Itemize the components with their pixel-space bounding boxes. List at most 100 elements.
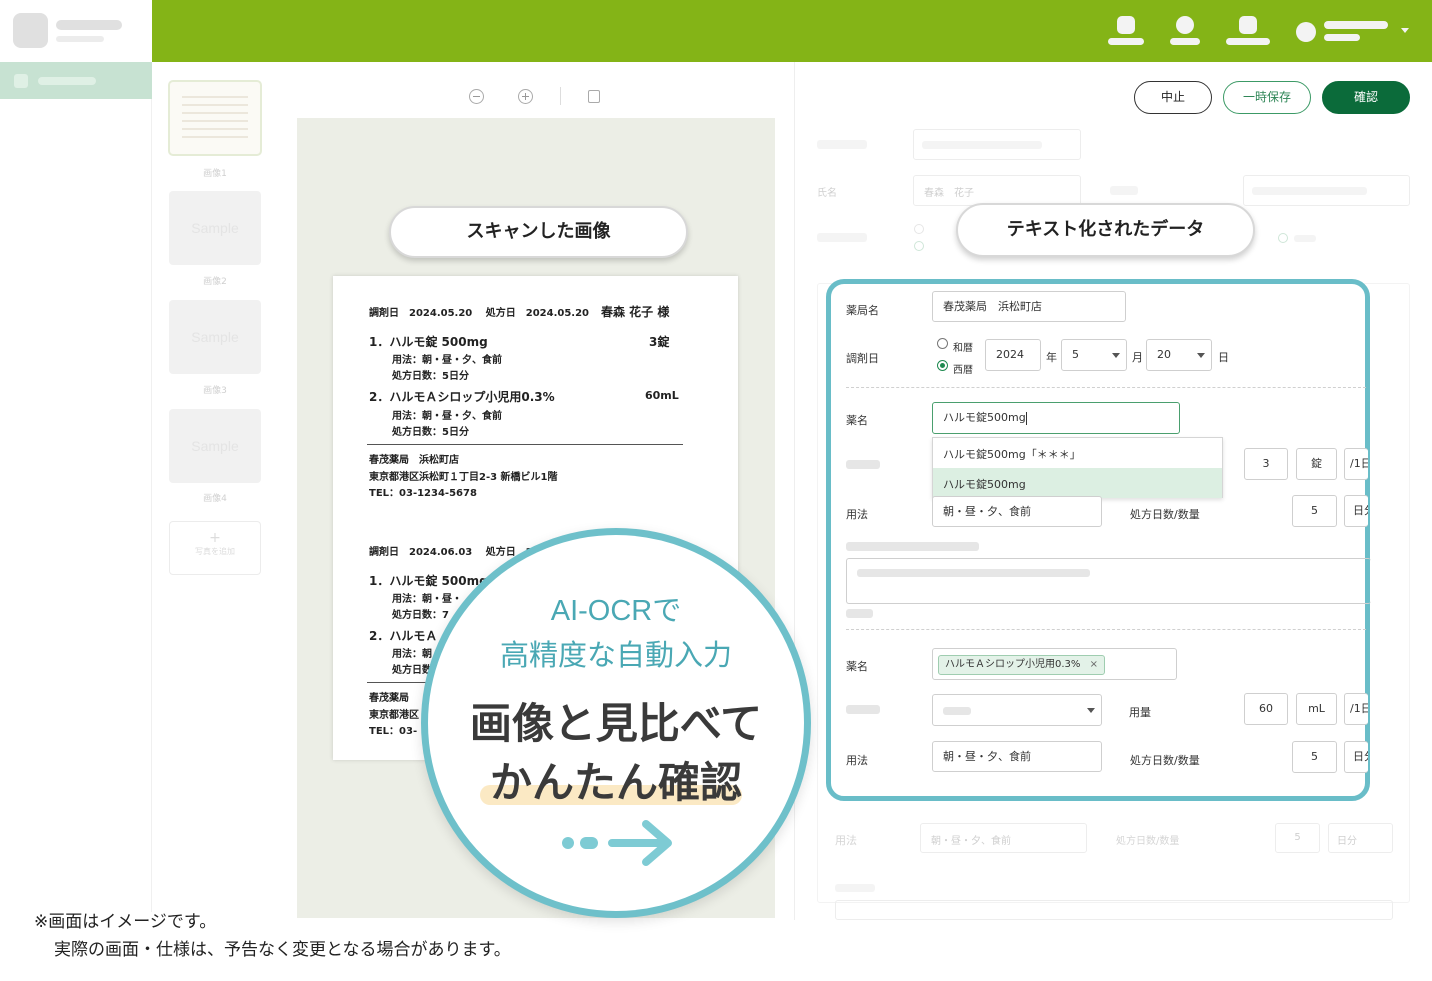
doc-item2-qty: 60mL: [645, 389, 679, 402]
ghost-radio: [914, 241, 924, 251]
account-menu[interactable]: [1296, 18, 1416, 44]
doc-item4-days: 処方日数: [392, 665, 432, 676]
suggestion-item-selected[interactable]: ハルモ錠500mg: [933, 468, 1222, 498]
ghost-name-field: 春森 花子: [913, 175, 1081, 206]
placeholder-label: [846, 460, 880, 469]
ghost-label: [817, 140, 867, 149]
radio-western-era-label: 西暦: [953, 365, 973, 376]
year-field[interactable]: 2024: [985, 339, 1041, 371]
ghost-days-field: 5: [1275, 823, 1320, 853]
drug-tag-label: ハルモＡシロップ小児用0.3%: [945, 659, 1081, 670]
notes-textarea[interactable]: [846, 558, 1371, 604]
usage-field-2[interactable]: 朝・昼・夕、食前: [932, 741, 1102, 772]
doc-tel-2: TEL：03-: [369, 726, 418, 737]
thumbnail-2[interactable]: Sample: [169, 191, 261, 265]
chevron-down-icon: [1401, 28, 1409, 33]
drug-suggestions: ハルモ錠500mg「＊＊＊」 ハルモ錠500mg: [932, 437, 1223, 498]
dose-field[interactable]: 60: [1244, 693, 1288, 725]
doc-address: 東京都港区浜松町１丁目2-3 新橋ビル1階: [369, 472, 558, 483]
confirm-button[interactable]: 確認: [1322, 81, 1410, 114]
add-photo-label: 写真を追加: [195, 547, 235, 556]
drug-input[interactable]: ハルモ錠500mg: [932, 402, 1180, 434]
drug-input-2[interactable]: ハルモＡシロップ小児用0.3% ×: [932, 648, 1177, 680]
radio-japanese-era[interactable]: [937, 338, 948, 349]
doc-header: 調剤日 2024.05.20 処方日 2024.05.20: [369, 308, 590, 319]
dose-unit-field[interactable]: mL: [1296, 693, 1337, 725]
placeholder-label: [846, 542, 979, 551]
thumbnail-4[interactable]: Sample: [169, 409, 261, 483]
zoom-in-icon[interactable]: [518, 89, 533, 104]
scanned-image-callout: スキャンした画像: [389, 206, 688, 258]
month-select[interactable]: 5: [1061, 339, 1127, 371]
dosage-form-select[interactable]: [932, 694, 1102, 726]
dot-icon: [580, 837, 598, 849]
section-divider: [846, 387, 1366, 388]
ghost-name-label: 氏名: [817, 188, 837, 199]
add-photo-button[interactable]: + 写真を追加: [169, 521, 261, 575]
chevron-down-icon: [1197, 353, 1205, 358]
usage-field[interactable]: 朝・昼・夕、食前: [932, 496, 1102, 527]
zoom-out-icon[interactable]: [469, 89, 484, 104]
per-day-field-2[interactable]: /1日: [1344, 693, 1368, 725]
thumbnail-label: 画像1: [203, 169, 227, 179]
drug-input-value: ハルモ錠500mg: [943, 411, 1026, 424]
dot-icon: [562, 837, 574, 849]
ghost-label: [817, 233, 867, 242]
promo-bubble: AI-OCRで 高精度な自動入力 画像と見比べて かんたん確認: [421, 528, 811, 918]
days-label-2: 処方日数/数量: [1130, 754, 1200, 767]
footnote-line-2: 実際の画面・仕様は、予告なく変更となる場合があります。: [54, 940, 511, 960]
logo-subtext-placeholder: [56, 36, 104, 42]
promo-line-4: かんたん確認: [489, 758, 742, 807]
ghost-field: [835, 900, 1393, 920]
doc-pharmacy-2: 春茂薬局: [369, 693, 409, 704]
placeholder-label: [846, 705, 880, 714]
month-unit: 月: [1132, 351, 1143, 364]
day-unit: 日: [1218, 351, 1229, 364]
day-select[interactable]: 20: [1146, 339, 1212, 371]
doc-item1-name: 1．ハルモ錠 500mg: [369, 335, 488, 349]
thumbnail-label: 画像4: [203, 494, 227, 504]
doc-divider: [367, 444, 683, 445]
user-icon[interactable]: [1170, 16, 1200, 46]
header-menu-icon-2[interactable]: [1226, 16, 1270, 46]
doc-item1-usage: 用法：朝・昼・夕、食前: [392, 355, 502, 366]
footnote-line-1: ※画面はイメージです。: [34, 912, 217, 932]
doc-item1-days: 処方日数：5日分: [392, 371, 469, 382]
days-unit-field[interactable]: 日分: [1344, 495, 1368, 527]
thumbnail-3[interactable]: Sample: [169, 300, 261, 374]
ghost-label: [1110, 186, 1138, 195]
year-unit: 年: [1046, 351, 1057, 364]
chevron-down-icon: [1087, 708, 1095, 713]
close-icon[interactable]: ×: [1090, 659, 1098, 670]
doc-patient: 春森 花子 様: [601, 305, 670, 319]
arrow-right-icon: [608, 820, 672, 866]
ghost-label: [835, 884, 875, 892]
thumbnail-1[interactable]: [168, 80, 262, 156]
header-menu-icon-1[interactable]: [1108, 16, 1144, 46]
days-field[interactable]: 5: [1292, 495, 1337, 527]
days-field-2[interactable]: 5: [1292, 741, 1337, 773]
text-data-callout: テキスト化されたデータ: [956, 203, 1255, 257]
section-divider: [846, 629, 1366, 630]
quantity-unit-field[interactable]: 錠: [1296, 448, 1337, 480]
suggestion-item[interactable]: ハルモ錠500mg「＊＊＊」: [933, 438, 1222, 468]
ghost-field: [1243, 175, 1410, 206]
save-draft-button[interactable]: 一時保存: [1223, 81, 1311, 114]
promo-line-2: 高精度な自動入力: [499, 638, 732, 672]
per-day-field[interactable]: /1日: [1344, 448, 1368, 480]
pharmacy-field[interactable]: 春茂薬局 浜松町店: [932, 291, 1126, 322]
promo-line-1: AI-OCRで: [550, 595, 682, 627]
ghost-days-label: 処方日数/数量: [1116, 836, 1180, 847]
sidebar-item-active[interactable]: [0, 62, 152, 99]
radio-western-era[interactable]: [937, 360, 948, 371]
doc-pharmacy: 春茂薬局 浜松町店: [369, 455, 459, 466]
doc-item2-days: 処方日数：5日分: [392, 427, 469, 438]
cancel-button[interactable]: 中止: [1134, 81, 1212, 114]
day-value: 20: [1157, 348, 1171, 361]
rotate-icon[interactable]: [588, 90, 600, 103]
promo-line-3: 画像と見比べて: [469, 699, 763, 748]
quantity-field[interactable]: 3: [1244, 448, 1288, 480]
ghost-usage-label: 用法: [835, 834, 857, 847]
days-unit-field-2[interactable]: 日分: [1344, 741, 1368, 773]
logo-text-placeholder: [56, 20, 122, 30]
